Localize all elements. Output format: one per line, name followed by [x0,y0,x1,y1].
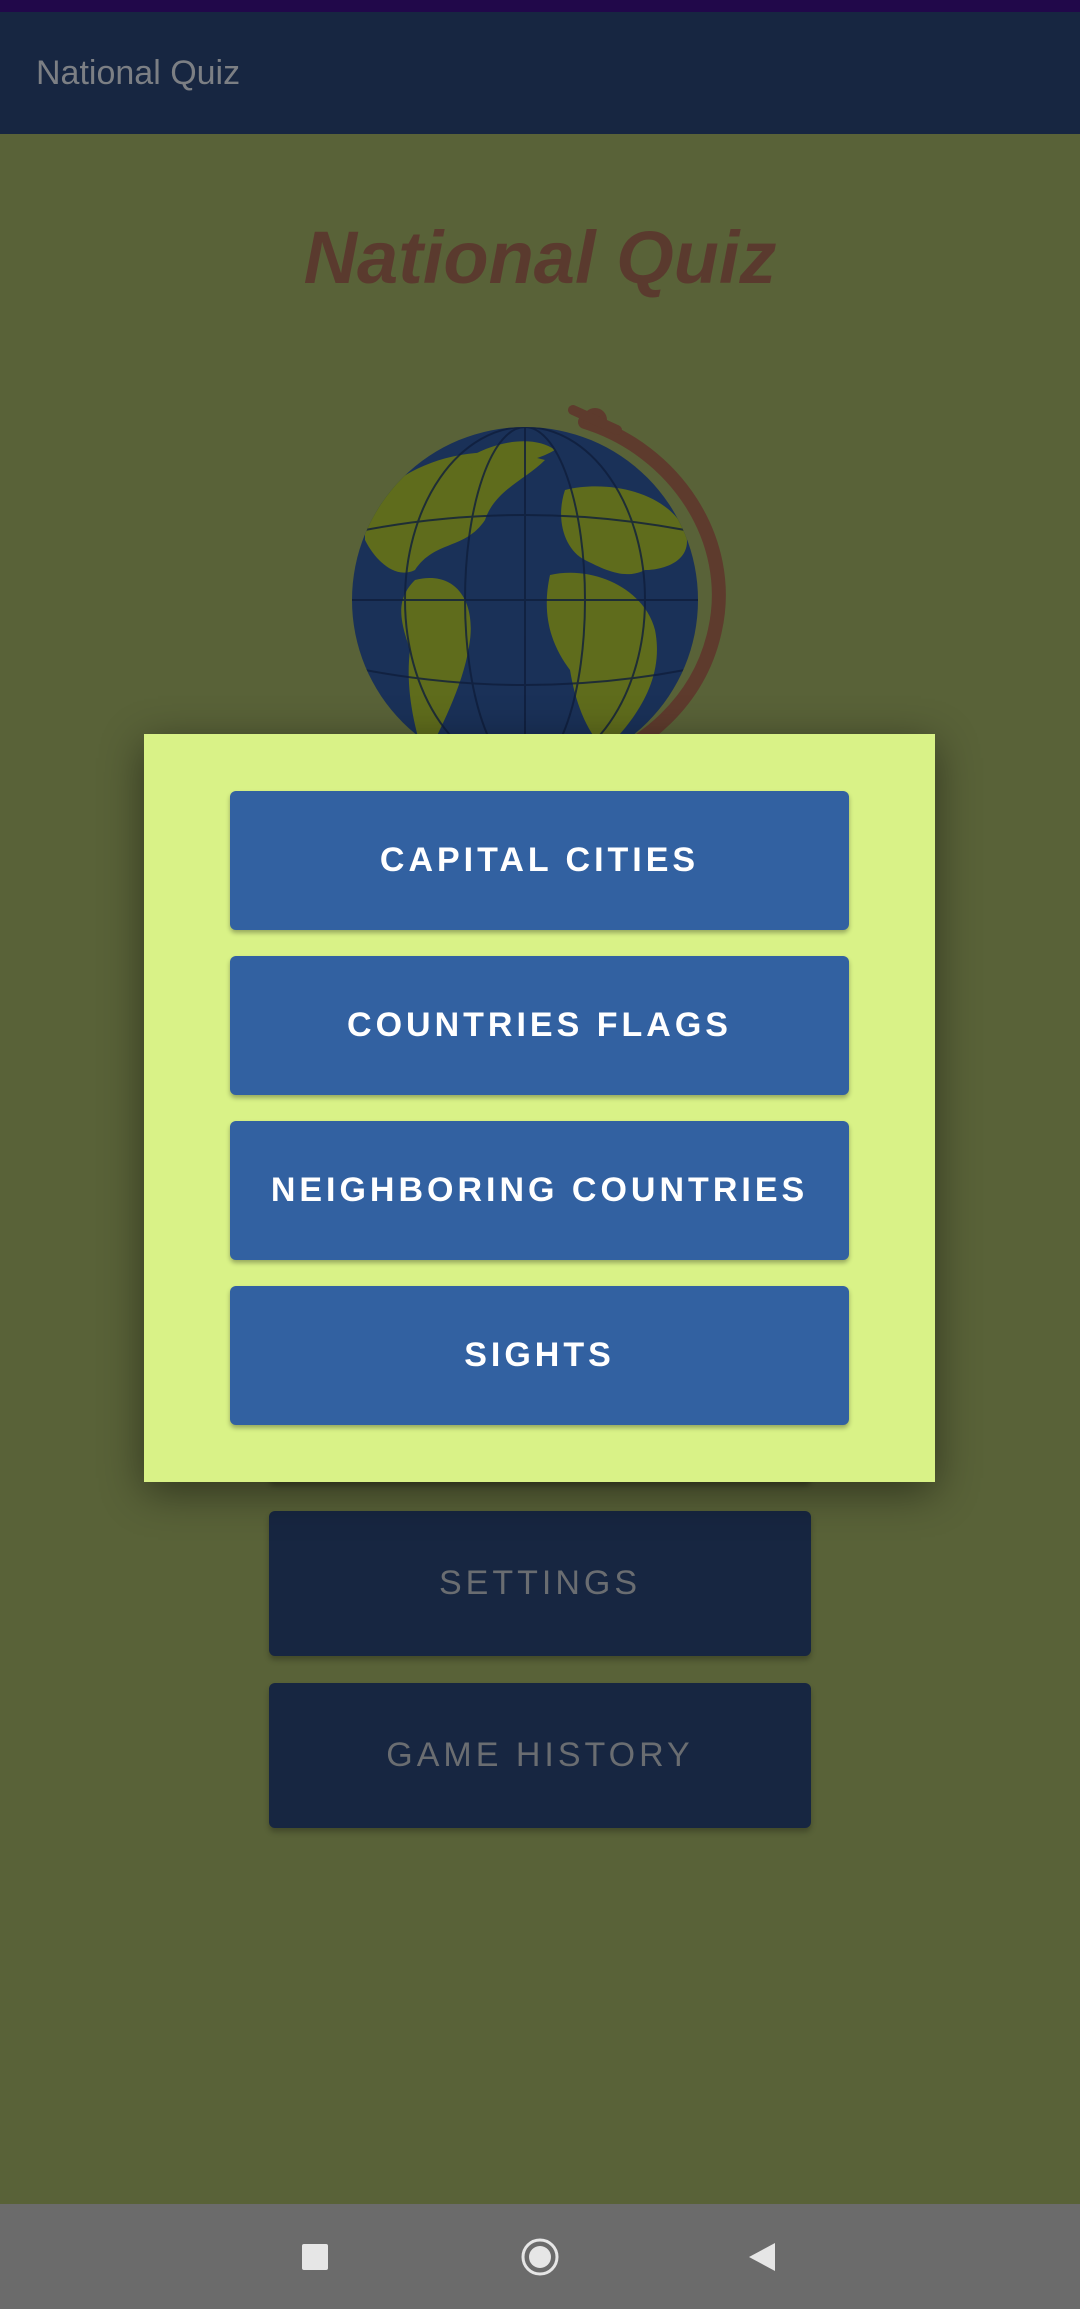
neighboring-countries-button[interactable]: NEIGHBORING COUNTRIES [230,1121,849,1260]
navigation-bar [0,2204,1080,2309]
app-bar: National Quiz [0,12,1080,134]
countries-flags-button[interactable]: COUNTRIES FLAGS [230,956,849,1095]
hero-title: National Quiz [303,216,777,299]
status-bar [0,0,1080,12]
recents-square-icon[interactable] [285,2204,345,2309]
game-history-button[interactable]: GAME HISTORY [269,1683,811,1828]
app-bar-title: National Quiz [36,54,241,92]
home-circle-icon[interactable] [510,2204,570,2309]
sights-button[interactable]: SIGHTS [230,1286,849,1425]
globe-icon [352,405,726,777]
back-triangle-icon[interactable] [732,2204,792,2309]
quiz-category-dialog: CAPITAL CITIES COUNTRIES FLAGS NEIGHBORI… [144,734,935,1482]
capital-cities-button[interactable]: CAPITAL CITIES [230,791,849,930]
settings-button[interactable]: SETTINGS [269,1511,811,1656]
